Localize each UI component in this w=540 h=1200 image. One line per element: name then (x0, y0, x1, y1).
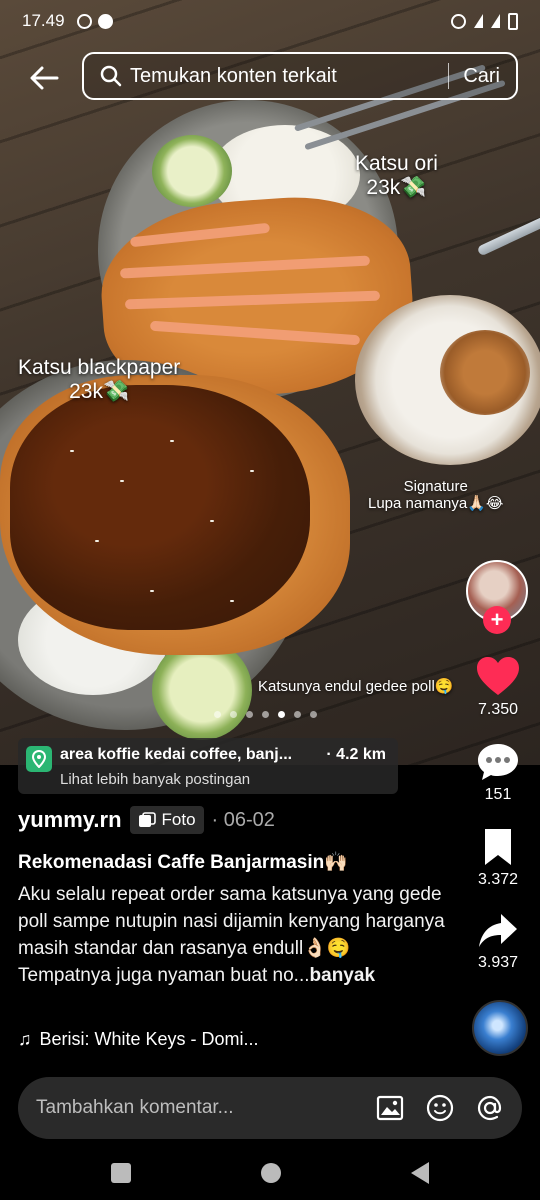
caption-katsu-black: Katsu blackpaper 23k💸 (18, 356, 180, 404)
recents-button[interactable] (111, 1162, 131, 1183)
battery-icon (508, 12, 518, 30)
status-time: 17.49 (22, 11, 65, 30)
music-note-icon: ♫ (18, 1029, 32, 1049)
caption-katsu-ori-price: 23k💸 (366, 176, 427, 200)
carousel-dot (310, 711, 317, 718)
blackpepper-sauce (10, 385, 310, 630)
post-date: · 06-02 (211, 808, 275, 831)
post-type-label: Foto (161, 810, 196, 829)
emoji-icon[interactable] (426, 1094, 454, 1122)
status-bar: 17.49 (0, 0, 540, 42)
location-pin-icon (26, 746, 52, 772)
caption-katsu-ori-name: Katsu ori (355, 152, 438, 175)
carousel-dot (262, 711, 269, 718)
mention-icon[interactable] (476, 1094, 504, 1122)
heart-icon (477, 657, 519, 695)
caption-drink-line1: Signature (403, 478, 468, 495)
post-description-text: Aku selalu repeat order sama katsunya ya… (18, 884, 445, 986)
caption-katsu-black-price: 23k💸 (69, 380, 130, 404)
search-input[interactable]: Temukan konten terkait (130, 65, 448, 88)
author-username[interactable]: yummy.rn (18, 807, 122, 833)
system-nav-bar (0, 1145, 540, 1200)
sesame (70, 450, 74, 452)
post-description[interactable]: Aku selalu repeat order sama katsunya ya… (18, 881, 448, 989)
carousel-dot (294, 711, 301, 718)
caption-katsu-black-name: Katsu blackpaper (18, 356, 181, 379)
like-action[interactable]: 7.350 (468, 655, 528, 719)
arrow-left-icon (30, 66, 59, 90)
sesame (150, 590, 154, 592)
comment-action[interactable]: 151 (468, 742, 528, 804)
carousel-dot-active (278, 711, 285, 718)
post-meta: yummy.rn Foto · 06-02 (18, 806, 275, 834)
save-action[interactable]: 3.372 (468, 827, 528, 889)
carousel-dot (214, 711, 221, 718)
music-disc[interactable] (472, 1000, 528, 1056)
location-name: area koffie kedai coffee, banj... (60, 746, 293, 763)
sesame (120, 480, 124, 482)
image-icon[interactable] (376, 1095, 404, 1121)
bookmark-icon (485, 829, 511, 865)
location-distance: · 4.2 km (326, 746, 386, 763)
comment-input[interactable]: Tambahkan komentar... (36, 1097, 354, 1119)
search-bar[interactable]: Temukan konten terkait Cari (82, 52, 518, 100)
location-more-posts[interactable]: Lihat lebih banyak postingan (60, 771, 250, 788)
sesame (250, 470, 254, 472)
home-button[interactable] (261, 1162, 281, 1183)
caption-katsu-ori: Katsu ori 23k💸 (355, 152, 438, 200)
music-info[interactable]: ♫ Berisi: White Keys - Domi... (18, 1029, 259, 1050)
share-count: 3.937 (477, 954, 519, 971)
carousel-dot (246, 711, 253, 718)
share-action[interactable]: 3.937 (468, 912, 528, 972)
caption-bottom-note: Katsunya endul gedee poll🤤 (258, 678, 454, 695)
music-title: Berisi: White Keys - Domi... (39, 1029, 259, 1049)
post-title: Rekomenadasi Caffe Banjarmasin🙌🏻 (18, 852, 348, 873)
follow-button[interactable]: + (483, 606, 511, 634)
alarm-icon (451, 13, 466, 29)
photo-stack-icon (138, 812, 156, 827)
signal-icon (491, 14, 500, 28)
location-chip[interactable]: area koffie kedai coffee, banj... · 4.2 … (18, 738, 398, 794)
sesame (170, 440, 174, 442)
search-icon (100, 65, 122, 87)
wifi-icon (474, 14, 483, 28)
post-type-badge: Foto (129, 806, 204, 834)
caption-drink-line2: Lupa namanya🙏🏻😂 (368, 495, 504, 513)
whatsapp-icon (76, 13, 92, 29)
see-more-link[interactable]: banyak (310, 965, 375, 986)
back-nav-button[interactable] (411, 1161, 429, 1184)
drink-topping (440, 330, 530, 415)
post-photo[interactable]: Katsu ori 23k💸 Katsu blackpaper 23k💸 Sig… (0, 0, 540, 765)
back-button[interactable] (26, 60, 62, 96)
carousel-dots (214, 711, 317, 718)
comment-icon (478, 744, 518, 780)
cucumber-slice (152, 135, 232, 207)
comment-count: 151 (484, 786, 512, 803)
caption-drink: Signature Lupa namanya🙏🏻😂 (368, 478, 503, 513)
sesame (210, 520, 214, 522)
save-count: 3.372 (477, 871, 519, 888)
search-button[interactable]: Cari (449, 65, 516, 88)
message-icon (97, 13, 113, 29)
comment-bar[interactable]: Tambahkan komentar... (18, 1077, 522, 1139)
carousel-dot (230, 711, 237, 718)
straw (476, 213, 540, 257)
cucumber-slice (152, 640, 252, 740)
sesame (95, 540, 99, 542)
like-count: 7.350 (477, 701, 519, 718)
share-icon (479, 914, 517, 947)
sesame (230, 600, 234, 602)
